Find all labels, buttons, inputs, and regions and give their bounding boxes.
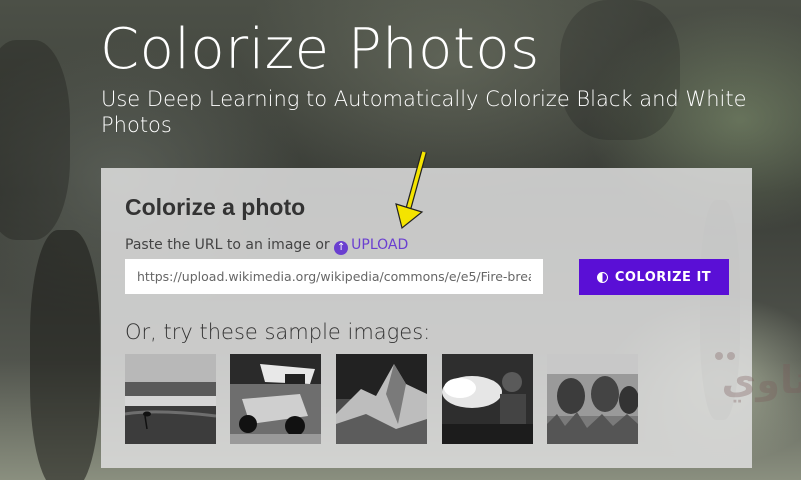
panel-title: Colorize a photo [125, 194, 306, 220]
watermark-logo: نتاوي [715, 352, 801, 403]
sample-cows[interactable] [547, 354, 638, 444]
url-prompt: Paste the URL to an image or ↑ UPLOAD [125, 237, 408, 255]
watermark-text: نتاوي [722, 358, 801, 403]
url-prompt-text: Paste the URL to an image or [125, 237, 330, 253]
mountain-photo-icon [336, 354, 427, 444]
page-subtitle: Use Deep Learning to Automatically Color… [101, 87, 747, 137]
colorize-button-label: COLORIZE IT [614, 269, 712, 285]
image-url-input[interactable] [125, 259, 543, 294]
colorize-button[interactable]: COLORIZE IT [579, 259, 729, 295]
sample-fire-breather[interactable] [442, 354, 533, 444]
samples-heading: Or, try these sample images: [125, 320, 431, 344]
sample-beach-bird[interactable] [125, 354, 216, 444]
contrast-icon [596, 271, 608, 283]
upload-arrow-icon: ↑ [334, 241, 349, 255]
upload-link[interactable]: ↑ UPLOAD [334, 237, 409, 255]
annotation-arrow-icon [395, 151, 427, 230]
cows-photo-icon [547, 354, 638, 444]
fire-breather-photo-icon [442, 354, 533, 444]
upload-label: UPLOAD [351, 237, 409, 253]
sample-race-car[interactable] [230, 354, 321, 444]
page-title: Colorize Photos [100, 17, 540, 82]
race-car-photo-icon [230, 354, 321, 444]
sample-mountain[interactable] [336, 354, 427, 444]
beach-bird-photo-icon [125, 354, 216, 444]
